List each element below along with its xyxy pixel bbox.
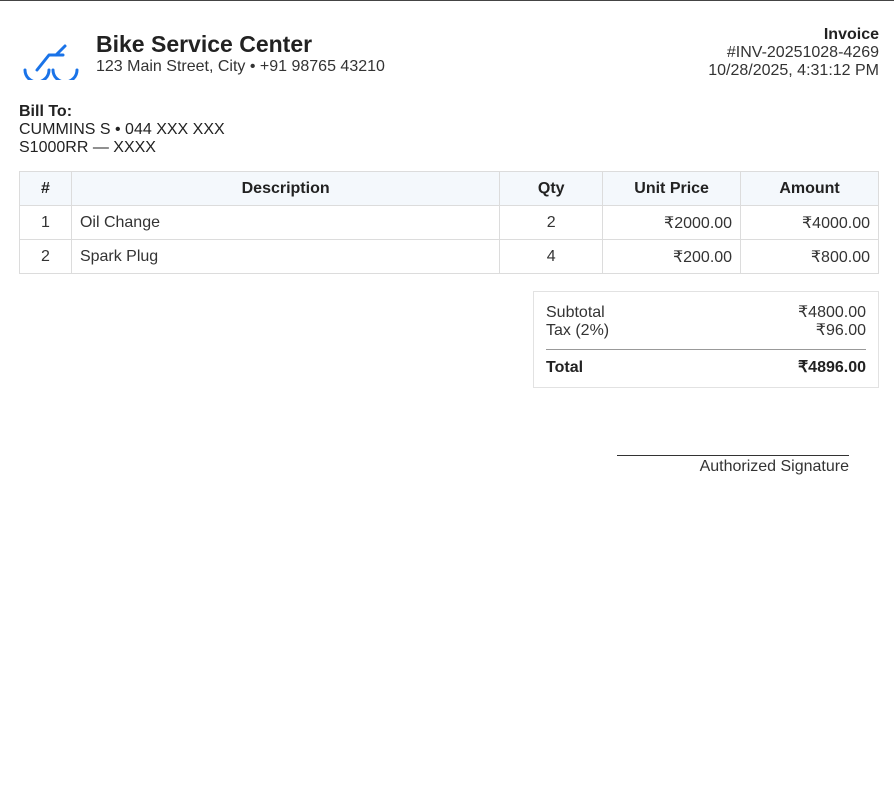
header-amount: Amount xyxy=(740,171,879,206)
row-amount: ₹800.00 xyxy=(740,239,879,274)
invoice-meta: Invoice #INV-20251028-4269 10/28/2025, 4… xyxy=(708,26,879,80)
vehicle-info: S1000RR — XXXX xyxy=(19,139,156,156)
subtotal-label: Subtotal xyxy=(546,304,605,321)
company-name: Bike Service Center xyxy=(96,31,313,57)
invoice-header: Bike Service Center 123 Main Street, Cit… xyxy=(19,26,879,86)
bill-to-label: Bill To: xyxy=(19,103,73,120)
tax-label: Tax (2%) xyxy=(546,322,610,339)
table-row: 1 Oil Change 2 ₹2000.00 ₹4000.00 xyxy=(19,205,879,240)
header-description: Description xyxy=(70,171,501,206)
bicycle-icon xyxy=(23,44,79,80)
signature-block: Authorized Signature xyxy=(617,455,849,476)
invoice-datetime: 10/28/2025, 4:31:12 PM xyxy=(708,62,879,79)
row-unit-price: ₹2000.00 xyxy=(602,205,742,240)
customer-info: CUMMINS S • 044 XXX XXX xyxy=(19,121,225,138)
totals-box: Subtotal ₹4800.00 Tax (2%) ₹96.00 Total … xyxy=(533,291,879,388)
company-address: 123 Main Street, City • +91 98765 43210 xyxy=(96,58,385,75)
row-unit-price: ₹200.00 xyxy=(602,239,742,274)
total-row: Total ₹4896.00 xyxy=(546,359,866,377)
header-number: # xyxy=(19,171,72,206)
tax-value: ₹96.00 xyxy=(815,322,866,339)
row-number: 2 xyxy=(19,239,72,274)
invoice-title: Invoice xyxy=(823,26,879,43)
row-description: Spark Plug xyxy=(70,239,501,274)
row-description: Oil Change xyxy=(70,205,501,240)
tax-row: Tax (2%) ₹96.00 xyxy=(546,322,866,340)
subtotal-row: Subtotal ₹4800.00 xyxy=(546,304,866,322)
table-row: 2 Spark Plug 4 ₹200.00 ₹800.00 xyxy=(19,239,879,274)
row-amount: ₹4000.00 xyxy=(740,205,879,240)
table-header-row: # Description Qty Unit Price Amount xyxy=(19,171,879,206)
signature-label: Authorized Signature xyxy=(699,458,849,475)
invoice-number: #INV-20251028-4269 xyxy=(726,44,879,61)
totals-divider xyxy=(546,349,866,350)
header-qty: Qty xyxy=(499,171,604,206)
items-table: # Description Qty Unit Price Amount 1 Oi… xyxy=(19,171,879,274)
total-label: Total xyxy=(546,359,584,376)
header-unit-price: Unit Price xyxy=(602,171,742,206)
row-qty: 4 xyxy=(499,239,604,274)
total-value: ₹4896.00 xyxy=(797,359,866,376)
row-number: 1 xyxy=(19,205,72,240)
signature-line xyxy=(617,455,849,456)
bill-to: Bill To: CUMMINS S • 044 XXX XXX S1000RR… xyxy=(19,103,225,157)
top-rule xyxy=(0,0,894,1)
subtotal-value: ₹4800.00 xyxy=(797,304,866,321)
row-qty: 2 xyxy=(499,205,604,240)
